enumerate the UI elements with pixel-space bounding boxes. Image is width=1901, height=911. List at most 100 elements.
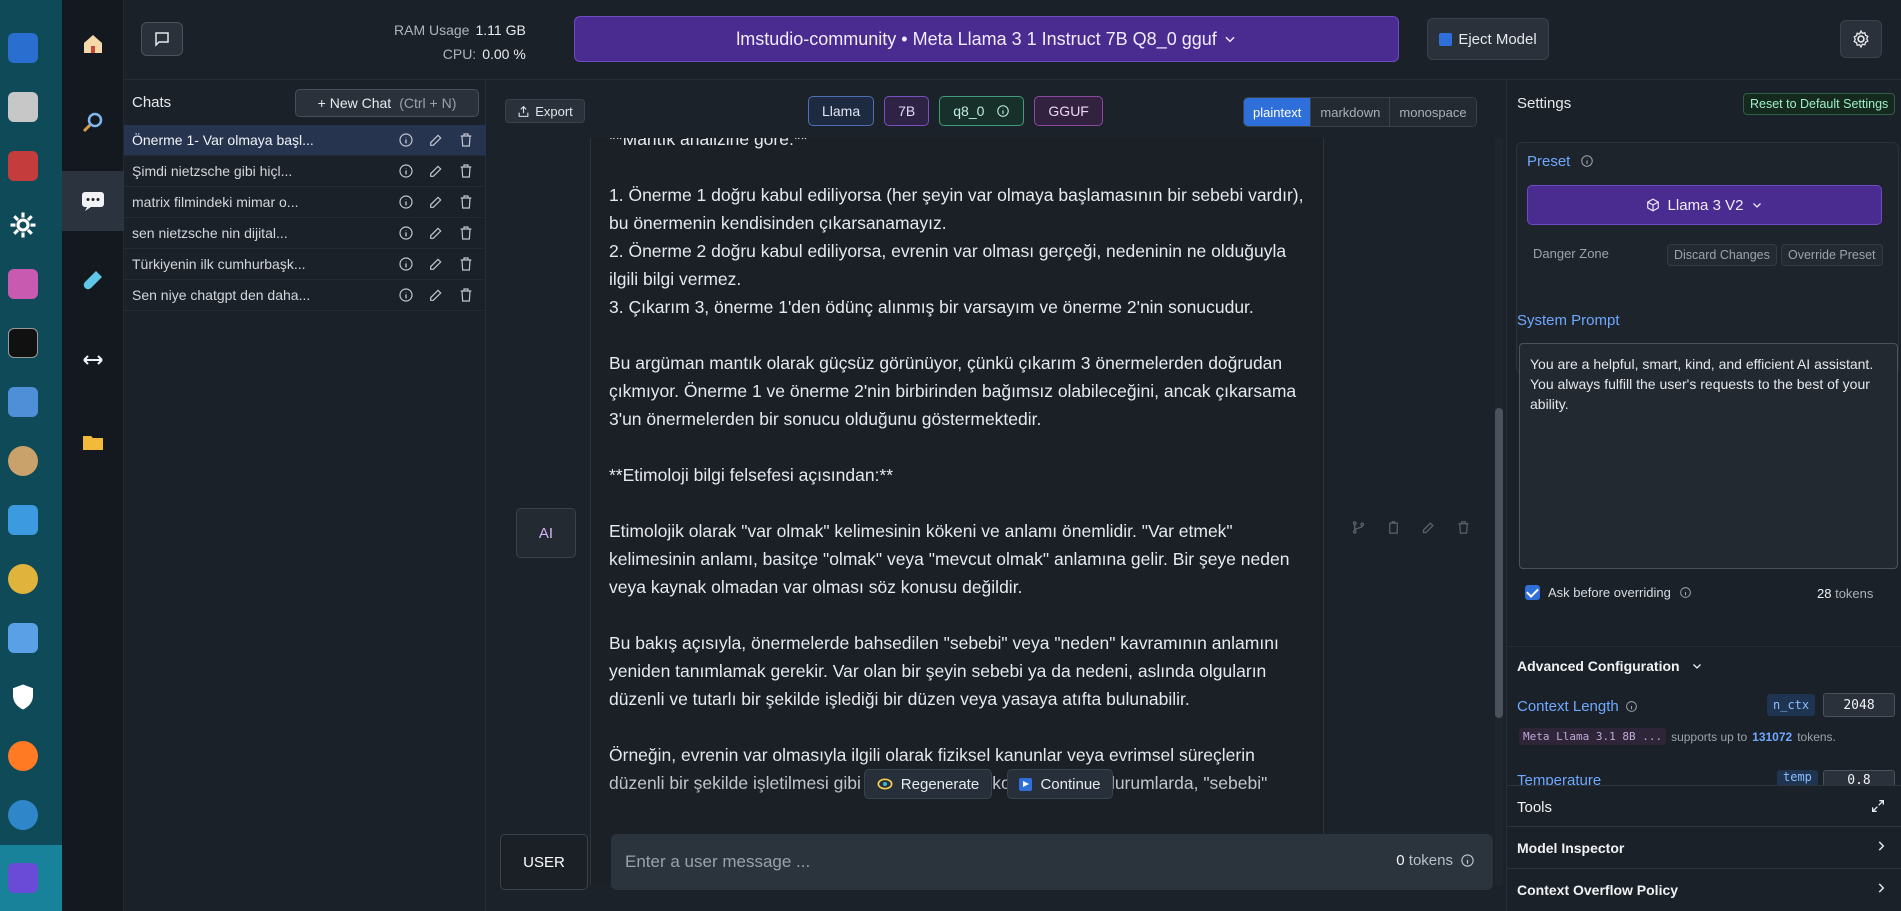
copy-icon[interactable] (1386, 520, 1401, 535)
info-icon[interactable] (398, 256, 414, 272)
taskbar-app-icon[interactable] (8, 446, 38, 476)
trash-icon[interactable] (458, 225, 474, 241)
message-input[interactable] (625, 848, 1225, 876)
arch-tag-label: Llama (822, 103, 861, 119)
edit-icon[interactable] (428, 132, 444, 148)
trash-icon[interactable] (458, 132, 474, 148)
chat-list-item[interactable]: Şimdi nietzsche gibi hiçl... (124, 156, 486, 187)
ask-checkbox[interactable] (1525, 585, 1540, 600)
mode-monospace[interactable]: monospace (1389, 98, 1476, 126)
chat-list-item[interactable]: sen nietzsche nin dijital... (124, 218, 486, 249)
advanced-title-text: Advanced Configuration (1517, 658, 1680, 674)
chat-list-item[interactable]: Türkiyenin ilk cumhurbaşk... (124, 249, 486, 280)
tool-label: Context Overflow Policy (1517, 882, 1679, 898)
quant-tag[interactable]: q8_0 (939, 96, 1025, 126)
chevron-down-icon (1693, 664, 1702, 669)
tool-label: Model Inspector (1517, 840, 1625, 856)
taskbar-app-icon[interactable] (8, 151, 38, 181)
search-icon[interactable] (62, 92, 124, 152)
test-tube-icon[interactable] (62, 250, 124, 310)
taskbar-terminal-icon[interactable] (8, 328, 38, 358)
user-role-button[interactable]: USER (500, 834, 588, 890)
taskbar-app-icon[interactable] (8, 269, 38, 299)
trash-icon[interactable] (458, 256, 474, 272)
info-icon[interactable] (398, 225, 414, 241)
info-icon[interactable] (398, 163, 414, 179)
info-icon[interactable] (1460, 853, 1475, 868)
taskbar-firefox-icon[interactable] (8, 741, 38, 771)
chat-title: matrix filmindeki mimar o... (132, 194, 299, 210)
trash-icon[interactable] (458, 163, 474, 179)
chat-list-item[interactable]: matrix filmindeki mimar o... (124, 187, 486, 218)
settings-panel: Settings Reset to Default Settings Prese… (1506, 80, 1901, 911)
discard-changes-button[interactable]: Discard Changes (1667, 244, 1777, 266)
arch-tag: Llama (808, 96, 875, 126)
reset-settings-button[interactable]: Reset to Default Settings (1743, 93, 1896, 115)
chat-title: Sen niye chatgpt den daha... (132, 287, 311, 303)
info-icon[interactable] (398, 287, 414, 303)
edit-icon[interactable] (428, 287, 444, 303)
ask-before-overriding[interactable]: Ask before overriding (1525, 585, 1692, 600)
trash-icon[interactable] (1456, 520, 1471, 535)
scrollbar-thumb[interactable] (1495, 408, 1503, 718)
info-icon[interactable] (398, 194, 414, 210)
edit-icon[interactable] (428, 194, 444, 210)
taskbar-app-icon[interactable] (8, 564, 38, 594)
info-icon[interactable] (1679, 586, 1692, 599)
folder-icon[interactable] (62, 412, 124, 472)
edit-icon[interactable] (428, 225, 444, 241)
taskbar-app-icon[interactable] (8, 92, 38, 122)
regenerate-button[interactable]: Regenerate (864, 769, 992, 799)
new-chat-shortcut: (Ctrl + N) (399, 95, 457, 111)
taskbar-app-icon[interactable] (8, 33, 38, 63)
edit-icon[interactable] (1421, 520, 1436, 535)
mode-markdown[interactable]: markdown (1310, 98, 1390, 126)
arrows-horizontal-icon[interactable] (62, 330, 124, 390)
regenerate-icon (877, 778, 893, 790)
taskbar-app-icon[interactable] (8, 623, 38, 653)
taskbar-app-icon[interactable] (8, 505, 38, 535)
expand-icon[interactable] (1870, 798, 1886, 814)
tools-section: Tools Model Inspector Context Overflow P… (1507, 785, 1901, 911)
trash-icon[interactable] (458, 194, 474, 210)
branch-icon[interactable] (1351, 520, 1366, 535)
advanced-configuration-header[interactable]: Advanced Configuration (1507, 646, 1901, 684)
continue-button[interactable]: Continue (1007, 769, 1113, 799)
eject-model-button[interactable]: Eject Model (1427, 18, 1549, 60)
context-model-name: Meta Llama 3.1 8B ... (1519, 728, 1667, 745)
taskbar-settings-icon[interactable] (8, 210, 38, 240)
tool-context-overflow-policy[interactable]: Context Overflow Policy (1507, 868, 1901, 910)
taskbar-shield-icon[interactable] (8, 682, 38, 712)
export-button[interactable]: Export (505, 99, 585, 123)
chat-list-item[interactable]: Önerme 1- Var olmaya başl... (124, 125, 486, 156)
edit-icon[interactable] (428, 256, 444, 272)
info-icon[interactable] (1625, 700, 1638, 713)
chat-icon[interactable] (62, 171, 124, 231)
mode-plaintext[interactable]: plaintext (1244, 98, 1311, 126)
trash-icon[interactable] (458, 287, 474, 303)
regenerate-label: Regenerate (900, 775, 980, 793)
ai-role-badge[interactable]: AI (516, 508, 576, 558)
system-prompt-input[interactable]: You are a helpful, smart, kind, and effi… (1519, 343, 1898, 569)
home-icon[interactable] (62, 14, 124, 74)
new-chat-button[interactable]: + New Chat (Ctrl + N) (295, 89, 479, 117)
input-token-count: 0 tokens (1396, 852, 1453, 869)
messages-scrollbar[interactable] (1495, 138, 1503, 885)
taskbar-bot-icon[interactable] (8, 800, 38, 830)
info-icon[interactable] (398, 132, 414, 148)
tool-model-inspector[interactable]: Model Inspector (1507, 826, 1901, 868)
app-settings-button[interactable] (1840, 20, 1882, 58)
lm-studio-icon (8, 863, 38, 893)
ask-label: Ask before overriding (1548, 585, 1671, 600)
chat-list-item[interactable]: Sen niye chatgpt den daha... (124, 280, 486, 311)
model-selector[interactable]: lmstudio-community • Meta Llama 3 1 Inst… (574, 16, 1399, 62)
taskbar-active-app[interactable] (0, 845, 62, 911)
taskbar-app-icon[interactable] (8, 387, 38, 417)
context-length-input[interactable]: 2048 (1823, 693, 1895, 717)
preset-selector[interactable]: Llama 3 V2 (1527, 185, 1882, 225)
override-preset-button[interactable]: Override Preset (1781, 244, 1883, 266)
context-supports-text: supports up to (1671, 729, 1748, 744)
info-icon[interactable] (1580, 154, 1594, 168)
chat-sidebar-toggle-button[interactable] (141, 22, 183, 56)
edit-icon[interactable] (428, 163, 444, 179)
